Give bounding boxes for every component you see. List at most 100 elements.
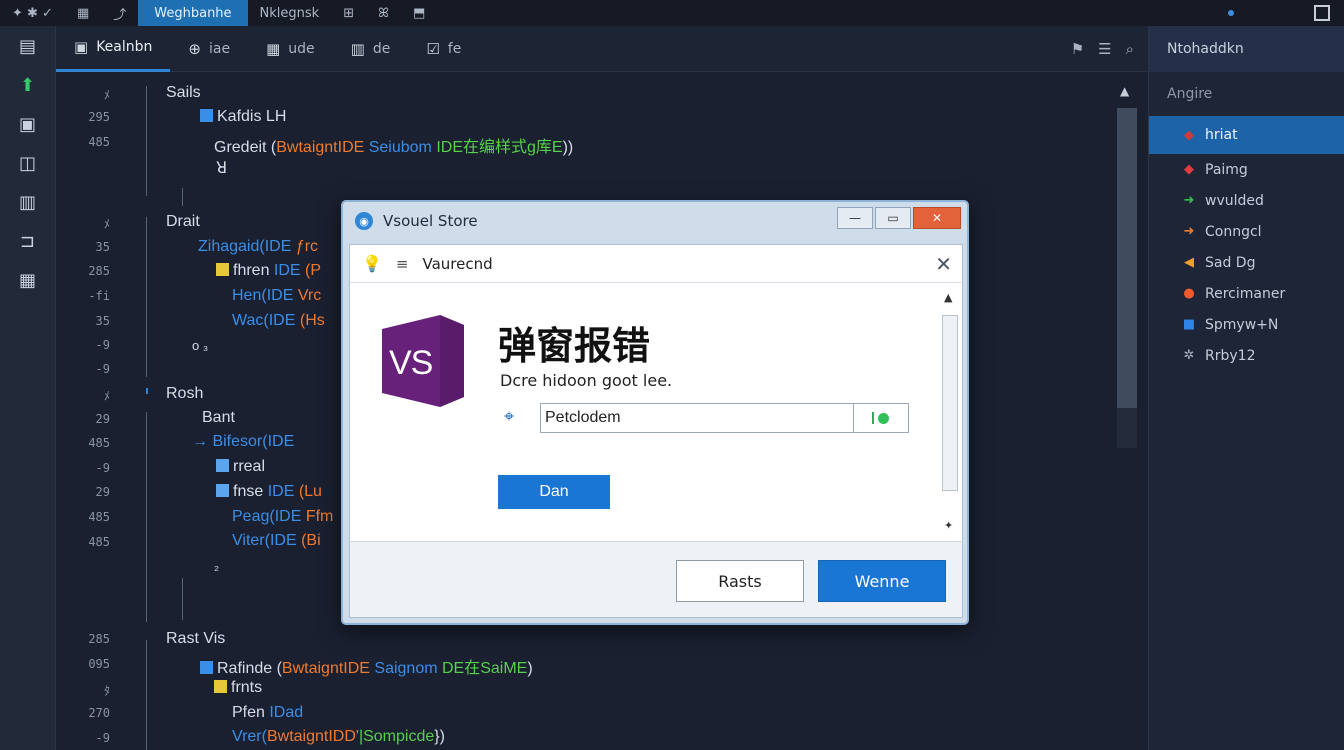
line-number: ﾒ [103, 88, 110, 102]
window-icon[interactable]: ⊞ [331, 0, 366, 26]
dialog-title: Vsouel Store [383, 212, 478, 230]
error-heading: 弹窗报错 [498, 324, 651, 368]
class-icon [200, 661, 213, 674]
editor-scrollbar[interactable] [1117, 108, 1137, 448]
explorer-icon[interactable]: ▤ [17, 36, 39, 58]
outline-item[interactable]: ✲ Rrby12 [1149, 340, 1344, 371]
line-number: 095 [88, 657, 110, 671]
code-line: → Bifesor(IDE [192, 433, 295, 450]
logo-text: VS [389, 344, 433, 382]
input-status-addon[interactable] [853, 403, 909, 433]
file-icon: ▣ [74, 38, 89, 56]
status-bar-icon [872, 412, 874, 424]
document-icon[interactable]: ◫ [17, 153, 39, 175]
tab-label: Kealnbn [96, 39, 153, 55]
menu-active-tab[interactable]: Weghbanhe [138, 0, 248, 26]
share-icon[interactable]: ⤴ [101, 0, 138, 26]
tab-label: de [372, 40, 391, 57]
line-number: -fi [88, 289, 110, 303]
lightbulb-icon[interactable]: 💡 [362, 254, 382, 273]
path-input[interactable] [540, 403, 854, 433]
cancel-button[interactable]: Rasts [676, 560, 804, 602]
code-line: Rosh [166, 385, 204, 402]
outline-panel: Ntohaddkn Angire ◆ hriat ◆ Paimg ➜ wvuld… [1148, 26, 1344, 750]
indent-guide [146, 640, 147, 750]
code-line: Rast Vis [166, 630, 226, 647]
line-number: 295 [88, 110, 110, 124]
restore-button[interactable]: ▭ [875, 207, 911, 229]
class-icon [200, 109, 213, 122]
code-line: Sails [166, 84, 201, 101]
scroll-up-icon[interactable]: ▲ [944, 291, 952, 304]
tab-iae[interactable]: ⊕ iae [170, 26, 248, 72]
scrollbar-thumb[interactable] [1117, 108, 1137, 408]
tab-kealnbn[interactable]: ▣ Kealnbn [56, 26, 171, 72]
tab-fe[interactable]: ☑ fe [408, 26, 479, 72]
table-icon: ▥ [350, 39, 365, 58]
dialog-toolbar-label: Vaurecnd [422, 254, 493, 273]
code-line: Rafinde (BwtaigntIDE Saignom DE在SaiME) [200, 654, 533, 678]
list-icon[interactable]: ☰ [1098, 40, 1111, 58]
line-number: ﾒ [103, 217, 110, 231]
status-ok-icon [878, 412, 889, 424]
indent-guide [146, 412, 147, 622]
folder-icon[interactable]: ⊐ [17, 231, 39, 253]
globe-icon: ⊕ [188, 39, 201, 58]
code-line: ꓤ [216, 160, 228, 177]
outline-item[interactable]: ● Rercimaner [1149, 278, 1344, 309]
code-line: frnts [214, 679, 262, 697]
line-number: 485 [88, 436, 110, 450]
flag-icon[interactable]: ⚑ [1071, 40, 1084, 58]
dan-button[interactable]: Dan [498, 475, 610, 509]
pin-icon: ◆ [1184, 162, 1194, 177]
field-icon [216, 459, 229, 472]
dialog-footer: Rasts Wenne [350, 541, 962, 617]
table-icon[interactable]: ▦ [17, 270, 39, 292]
code-line: Pfen IDad [232, 704, 304, 721]
extension-icon[interactable]: ꕤ [366, 0, 401, 26]
close-icon[interactable]: ✕ [935, 252, 952, 276]
code-line: Drait [166, 213, 200, 230]
outline-item[interactable]: ◆ Paimg [1149, 154, 1344, 185]
editor-tab-bar: ▣ Kealnbn ⊕ iae ▦ ude ▥ de ☑ fe ⚑ ☰ ⌕ [56, 26, 1148, 72]
outline-item[interactable]: ➜ Conngcl [1149, 216, 1344, 247]
topbar-icons[interactable]: ✦ ✱ ✓ [0, 0, 65, 26]
tag-icon: ◀ [1184, 255, 1194, 270]
method-icon [216, 263, 229, 276]
tab-de[interactable]: ▥ de [333, 26, 409, 72]
source-control-icon[interactable]: ⬆ [17, 75, 39, 97]
dot-icon: ● [1183, 286, 1195, 301]
minimize-button[interactable]: — [837, 207, 873, 229]
line-number: -9 [95, 461, 110, 475]
menu-item[interactable]: Nklegnsk [248, 0, 332, 26]
line-number: 35 [95, 314, 110, 328]
scroll-up-icon[interactable]: ▲ [1120, 84, 1129, 98]
code-line: Zihagaid(IDE ƒrc [198, 238, 319, 255]
chart-icon[interactable]: ▥ [17, 192, 39, 214]
dialog-scrollbar[interactable]: ▲ ✦ [940, 291, 960, 535]
code-line: fnse IDE (Lu [216, 483, 322, 501]
search-icon[interactable]: ⌕ [1126, 40, 1134, 58]
outline-item[interactable]: ◆ hriat [1149, 116, 1344, 154]
tab-ude[interactable]: ▦ ude [248, 26, 333, 72]
maximize-icon[interactable] [1314, 5, 1330, 21]
hamburger-menu-icon[interactable]: ≡ [396, 255, 409, 273]
square-icon: ■ [1182, 317, 1196, 332]
line-number: 270 [88, 706, 110, 720]
close-window-button[interactable]: ✕ [913, 207, 961, 229]
outline-item[interactable]: ■ Spmyw+N [1149, 309, 1344, 340]
outline-item[interactable]: ◀ Sad Dg [1149, 247, 1344, 278]
arrow-icon: ➜ [1183, 193, 1195, 208]
location-pin-icon: ⌖ [504, 406, 515, 427]
active-indent-guide [146, 388, 148, 394]
outline-item[interactable]: ➜ wvulded [1149, 185, 1344, 216]
panel-icon[interactable]: ⬒ [401, 0, 437, 26]
calendar-icon[interactable]: ▣ [17, 114, 39, 136]
indent-guide [182, 188, 183, 206]
scrollbar-track[interactable] [942, 315, 958, 491]
confirm-button[interactable]: Wenne [818, 560, 946, 602]
layout-icon[interactable]: ▦ [65, 0, 101, 26]
scroll-down-icon[interactable]: ✦ [944, 519, 953, 532]
tab-label: fe [447, 40, 462, 57]
gear-icon: ✲ [1183, 348, 1195, 363]
